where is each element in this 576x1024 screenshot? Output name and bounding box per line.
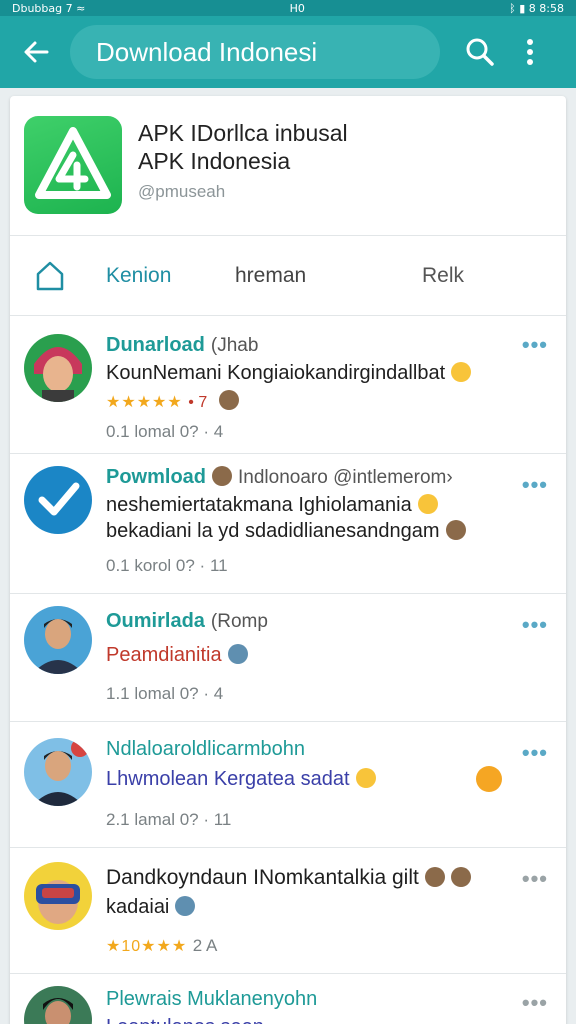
post-more-button[interactable]: ••• xyxy=(522,332,548,358)
tab-bar: Kenion hreman Relk xyxy=(10,236,566,316)
post-text-line2: kadaiai xyxy=(106,896,196,919)
post-meta: 0.1 lomal 0? · 4 xyxy=(106,422,224,441)
post-item[interactable]: Plewrais Muklanenyohn ••• Leaptulanes se… xyxy=(10,974,566,1024)
status-bar: Dbubbag 7 ≈ H0 ᛒ ▮ 8 8:58 xyxy=(0,0,576,16)
avatar-mini-icon xyxy=(450,867,471,887)
post-text: Peamdianitia xyxy=(106,644,248,667)
status-left: Dbubbag 7 ≈ xyxy=(12,1,86,15)
post-text: Dandkoyndaun INomkantalkia gilt xyxy=(106,866,471,890)
overflow-menu-button[interactable] xyxy=(510,28,550,76)
emoji-icon xyxy=(355,768,376,788)
avatar[interactable] xyxy=(24,738,92,806)
status-center: H0 xyxy=(289,1,305,15)
avatar-mini-icon xyxy=(424,867,445,887)
post-meta: 1.1 lomal 0? · 4 xyxy=(106,684,224,703)
emoji-icon xyxy=(417,494,438,514)
post-more-button[interactable]: ••• xyxy=(522,612,548,638)
emoji-icon xyxy=(451,362,472,382)
app-logo xyxy=(24,116,122,214)
status-right: ᛒ ▮ 8 8:58 xyxy=(509,1,564,15)
avatar-woman-image xyxy=(24,334,92,402)
search-field[interactable]: Download Indonesi xyxy=(70,25,440,79)
avatar[interactable] xyxy=(24,986,92,1024)
post-more-button[interactable]: ••• xyxy=(522,740,548,766)
rating-stars: ★10★★★ xyxy=(106,938,188,955)
post-text: Leaptulanes seen xyxy=(106,1016,264,1024)
post-more-button[interactable]: ••• xyxy=(522,866,548,892)
post-item[interactable]: Ndlaloaroldlicarmbohn ••• Lhwmolean Kerg… xyxy=(10,722,566,848)
post-author[interactable]: Powmload Indlonoaro @intlemerom› xyxy=(106,466,453,489)
avatar-mini-icon xyxy=(175,896,196,916)
avatar[interactable] xyxy=(24,862,92,930)
app-handle: @pmuseah xyxy=(138,182,226,201)
post-more-button[interactable]: ••• xyxy=(522,472,548,498)
check-logo-avatar-image xyxy=(24,466,92,534)
post-more-button[interactable]: ••• xyxy=(522,990,548,1016)
post-rating: ★10★★★ 2 A xyxy=(106,934,217,957)
author-sub: (Jhab xyxy=(210,335,259,356)
search-button[interactable] xyxy=(456,28,504,76)
author-name: Dunarload xyxy=(106,334,205,356)
apk-logo-icon xyxy=(35,127,111,199)
avatar-mini-icon xyxy=(445,520,466,540)
post-meta: 0.1 korol 0? · 11 xyxy=(106,556,228,575)
author-name: Powmload xyxy=(106,466,207,488)
post-item[interactable]: Dunarload (Jhab ••• KounNemani Kongiaioka… xyxy=(10,316,566,454)
post-author[interactable]: Dunarload (Jhab xyxy=(106,334,258,357)
post-item[interactable]: Oumirlada (Romp ••• Peamdianitia 1.1 loma… xyxy=(10,594,566,722)
post-author[interactable]: Plewrais Muklanenyohn xyxy=(106,988,317,1011)
post-author[interactable]: Ndlaloaroldlicarmbohn xyxy=(106,738,305,761)
avatar-mini-icon xyxy=(218,390,239,410)
avatar-mini-icon xyxy=(227,644,248,664)
magnifier-icon xyxy=(466,38,494,66)
post-text: neshemiertatakmana Ighiolamania xyxy=(106,494,438,517)
author-sub: (Romp xyxy=(210,611,268,632)
avatar-mini-icon xyxy=(212,466,233,486)
app-subtitle: APK Indonesia xyxy=(138,148,291,174)
avatar-man-image xyxy=(24,986,92,1024)
tab-home[interactable] xyxy=(32,258,68,294)
post-item[interactable]: Dandkoyndaun INomkantalkia gilt ••• kada… xyxy=(10,848,566,974)
avatar[interactable] xyxy=(24,466,92,534)
author-sub: Indlonoaro @intlemerom› xyxy=(238,467,453,488)
arrow-left-icon xyxy=(24,41,49,63)
post-item[interactable]: Powmload Indlonoaro @intlemerom› ••• nesh… xyxy=(10,454,566,594)
post-text: KounNemani Kongiaiokandirgindallbat xyxy=(106,362,472,385)
emoji-icon xyxy=(476,766,502,792)
rating-extra: • 7 xyxy=(188,394,208,411)
author-name: Oumirlada xyxy=(106,610,205,632)
post-meta: 2.1 lamal 0? · 11 xyxy=(106,810,232,829)
avatar-vr-image xyxy=(24,862,92,930)
rating-extra: 2 A xyxy=(192,936,218,955)
avatar-man-image xyxy=(24,606,92,674)
app-title: APK IDorllca inbusal xyxy=(138,120,348,146)
avatar[interactable] xyxy=(24,606,92,674)
avatar[interactable] xyxy=(24,334,92,402)
home-icon xyxy=(36,261,64,291)
rating-stars: ★★★★★ xyxy=(106,394,183,411)
tab-kenion[interactable]: Kenion xyxy=(106,264,171,288)
back-button[interactable] xyxy=(6,22,66,82)
content-card: APK IDorllca inbusal APK Indonesia @pmus… xyxy=(10,96,566,1024)
post-author[interactable]: Oumirlada (Romp xyxy=(106,610,268,633)
avatar-man-image xyxy=(24,738,92,806)
tab-relk[interactable]: Relk xyxy=(422,264,464,288)
app-toolbar: Download Indonesi xyxy=(0,16,576,88)
more-vertical-icon xyxy=(527,39,533,65)
post-text: Lhwmolean Kergatea sadat xyxy=(106,768,376,791)
app-header: APK IDorllca inbusal APK Indonesia @pmus… xyxy=(10,96,566,236)
tab-hreman[interactable]: hreman xyxy=(235,264,306,288)
post-rating: ★★★★★ • 7 xyxy=(106,390,239,413)
post-text-line2: bekadiani la yd sdadidlianesandngam xyxy=(106,520,466,543)
